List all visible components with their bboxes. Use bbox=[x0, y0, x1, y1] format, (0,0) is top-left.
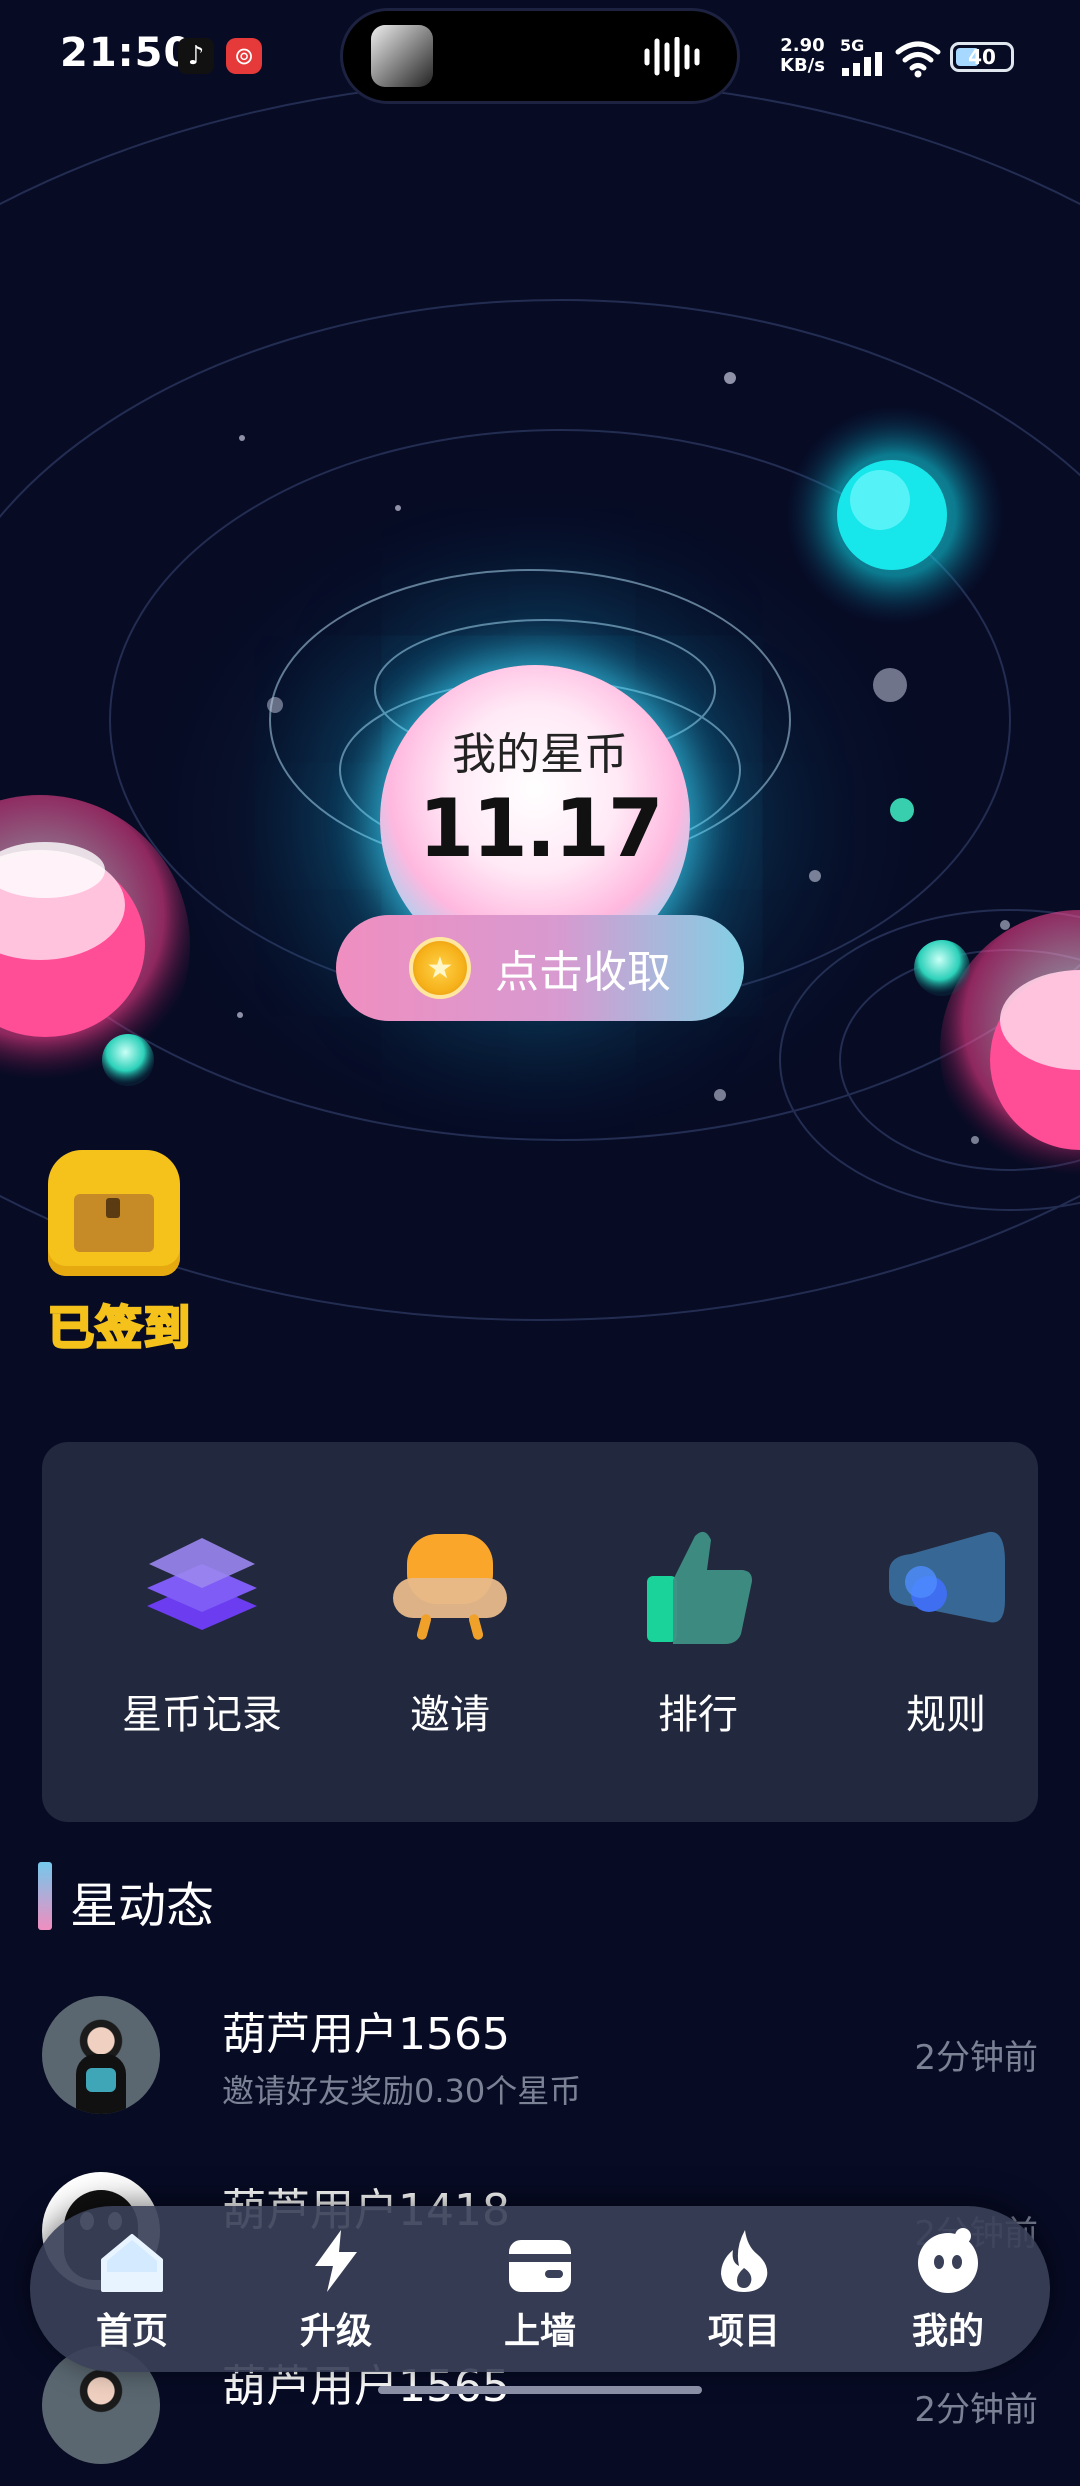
douyin-icon: ♪ bbox=[178, 38, 214, 74]
feed-user-name: 葫芦用户1565 bbox=[222, 2009, 510, 2060]
nav-label: 项目 bbox=[707, 2311, 780, 2352]
battery-level: 40 bbox=[968, 45, 996, 69]
soundwave-icon bbox=[644, 37, 700, 77]
profile-icon bbox=[918, 2228, 978, 2293]
battery-icon: 40 bbox=[950, 42, 1014, 72]
megaphone-icon bbox=[889, 1531, 1005, 1623]
coin-star-icon: ★ bbox=[409, 937, 471, 999]
net-speed-value: 2.90 bbox=[780, 35, 825, 56]
feed-time: 2分钟前 bbox=[914, 2390, 1038, 2430]
dynamic-island[interactable] bbox=[340, 8, 740, 104]
feed-time: 2分钟前 bbox=[914, 2038, 1038, 2078]
wifi-icon bbox=[895, 41, 941, 78]
menu-item-coin-records[interactable]: 星币记录 bbox=[78, 1522, 326, 1740]
menu-item-ranking[interactable]: 排行 bbox=[574, 1522, 822, 1740]
flame-icon bbox=[721, 2230, 768, 2292]
feed-description: 邀请好友奖励0.30个星币 bbox=[222, 2072, 582, 2110]
netease-music-icon: ⊚ bbox=[226, 38, 262, 74]
feed-item[interactable]: 葫芦用户1565 邀请好友奖励0.30个星币 2分钟前 bbox=[0, 1978, 1080, 2138]
menu-label: 规则 bbox=[906, 1692, 986, 1738]
menu-label: 星币记录 bbox=[122, 1692, 282, 1738]
checkin-status-label: 已签到 bbox=[47, 1300, 192, 1357]
quick-menu-card: 星币记录 邀请 排行 规则 bbox=[42, 1442, 1038, 1822]
signal-icon bbox=[842, 52, 882, 76]
nav-label: 升级 bbox=[299, 2311, 372, 2352]
home-indicator[interactable] bbox=[378, 2386, 702, 2394]
chest-lock bbox=[106, 1198, 120, 1218]
nav-item-home[interactable]: 首页 bbox=[57, 2224, 207, 2354]
layers-icon bbox=[147, 1538, 257, 1630]
home-icon bbox=[101, 2234, 163, 2292]
section-accent-bar bbox=[38, 1862, 52, 1930]
nav-item-wall[interactable]: 上墙 bbox=[465, 2224, 615, 2354]
nav-item-mine[interactable]: 我的 bbox=[873, 2224, 1023, 2354]
menu-label: 排行 bbox=[658, 1692, 738, 1738]
nav-label: 上墙 bbox=[503, 2311, 576, 2352]
coins-value: 11.17 bbox=[418, 782, 663, 875]
bottom-nav: 首页 升级 上墙 项目 我的 bbox=[30, 2206, 1050, 2372]
thumbs-up-icon bbox=[647, 1531, 752, 1644]
net-speed: 2.90 KB/s bbox=[780, 36, 825, 76]
armchair-icon bbox=[393, 1534, 507, 1640]
nav-item-upgrade[interactable]: 升级 bbox=[261, 2224, 411, 2354]
lightning-icon bbox=[315, 2230, 357, 2292]
feed-section-title: 星动态 bbox=[70, 1878, 215, 1934]
nav-label: 首页 bbox=[95, 2311, 168, 2352]
collect-button[interactable]: ★ 点击收取 bbox=[336, 915, 744, 1021]
menu-label: 邀请 bbox=[410, 1692, 490, 1738]
status-time: 21:50 bbox=[60, 30, 193, 76]
wallet-icon bbox=[509, 2240, 571, 2292]
avatar bbox=[42, 1996, 160, 2114]
menu-item-rules[interactable]: 规则 bbox=[822, 1522, 1070, 1740]
collect-button-label: 点击收取 bbox=[495, 947, 671, 998]
nav-item-projects[interactable]: 项目 bbox=[669, 2224, 819, 2354]
coins-label: 我的星币 bbox=[452, 729, 628, 780]
nav-label: 我的 bbox=[911, 2311, 984, 2352]
net-speed-unit: KB/s bbox=[780, 55, 825, 76]
menu-item-invite[interactable]: 邀请 bbox=[326, 1522, 574, 1740]
album-cover-thumbnail bbox=[371, 25, 433, 87]
treasure-chest-icon[interactable] bbox=[48, 1150, 180, 1276]
